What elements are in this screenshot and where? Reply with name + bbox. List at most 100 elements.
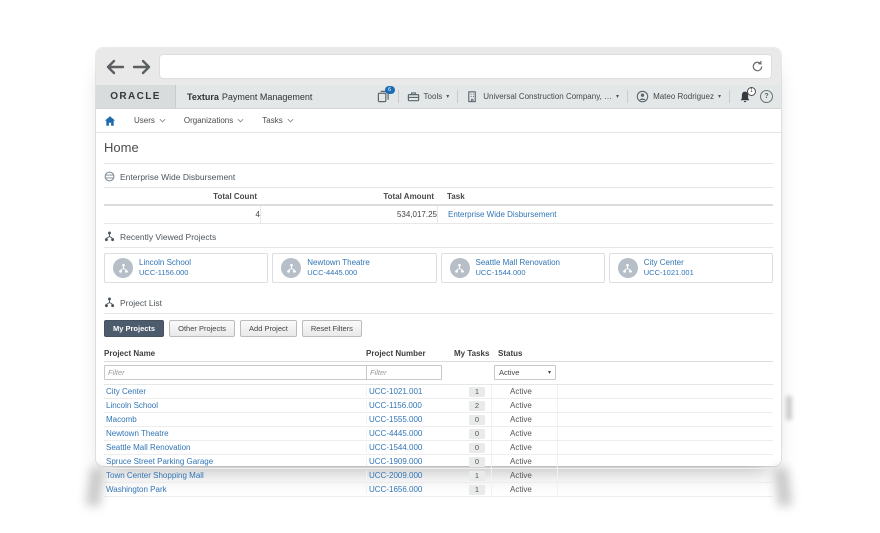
project-name-link[interactable]: Seattle Mall Renovation	[106, 443, 191, 452]
main-nav: Users Organizations Tasks	[96, 109, 781, 133]
status-value: Active	[492, 441, 558, 454]
status-value: Active	[492, 469, 558, 482]
project-card-number[interactable]: UCC-1021.001	[644, 268, 694, 277]
pending-tasks-button[interactable]: 6	[377, 90, 390, 103]
project-list-button[interactable]: My Projects	[104, 320, 164, 337]
sitemap-icon	[454, 263, 465, 274]
product-title-rest: Payment Management	[222, 92, 313, 102]
project-name-link[interactable]: Lincoln School	[106, 401, 158, 410]
project-avatar	[618, 258, 638, 278]
chevron-down-icon	[237, 118, 244, 123]
status-value: Active	[492, 413, 558, 426]
tasks-count-badge: 6	[385, 86, 395, 94]
project-number-link[interactable]: UCC-1909.000	[369, 457, 422, 466]
help-icon[interactable]: ?	[760, 90, 773, 103]
sitemap-icon	[118, 263, 129, 274]
company-label: Universal Construction Company, …	[483, 92, 612, 101]
nav-menu-label: Organizations	[184, 116, 233, 125]
url-input[interactable]	[159, 54, 772, 79]
chevron-down-icon: ▾	[616, 94, 619, 100]
status-value: Active	[492, 427, 558, 440]
globe-icon	[104, 171, 115, 182]
status-value: Active	[492, 399, 558, 412]
tools-label: Tools	[424, 92, 443, 101]
project-card[interactable]: Seattle Mall Renovation UCC-1544.000	[441, 253, 605, 283]
company-menu[interactable]: Universal Construction Company, … ▾	[466, 90, 619, 103]
project-card[interactable]: City Center UCC-1021.001	[609, 253, 773, 283]
project-number-link[interactable]: UCC-1021.001	[369, 387, 422, 396]
nav-menu-item[interactable]: Tasks	[262, 116, 293, 125]
project-list-buttons: My Projects Other Projects Add Project R…	[104, 320, 773, 337]
forward-icon[interactable]	[132, 59, 152, 75]
project-name-link[interactable]: Town Center Shopping Mall	[106, 471, 204, 480]
reload-icon[interactable]	[751, 60, 764, 73]
project-card-number[interactable]: UCC-4445.000	[307, 268, 370, 277]
project-name-link[interactable]: Spruce Street Parking Garage	[106, 457, 213, 466]
home-icon[interactable]	[104, 115, 116, 127]
chevron-down-icon	[287, 118, 294, 123]
project-list-button[interactable]: Other Projects	[169, 320, 235, 337]
project-card[interactable]: Newtown Theatre UCC-4445.000	[272, 253, 436, 283]
column-project-number: Project Number	[366, 349, 442, 358]
nav-menu-item[interactable]: Organizations	[184, 116, 244, 125]
chevron-down-icon: ▾	[548, 370, 551, 376]
my-tasks-count-badge: 1	[469, 485, 485, 495]
project-card-number[interactable]: UCC-1544.000	[476, 268, 561, 277]
chevron-down-icon: ▾	[718, 94, 721, 100]
app-header: ORACLE Textura Payment Management 6	[96, 85, 781, 109]
status-value: Active	[492, 385, 558, 398]
project-name-link[interactable]: Washington Park	[106, 485, 167, 494]
project-table-header: Project Name Project Number My Tasks Sta…	[104, 346, 773, 362]
project-avatar	[113, 258, 133, 278]
project-list-button[interactable]: Add Project	[240, 320, 297, 337]
my-tasks-count-badge: 0	[469, 429, 485, 439]
disbursement-task-link[interactable]: Enterprise Wide Disbursement	[448, 210, 556, 219]
project-number-link[interactable]: UCC-1656.000	[369, 485, 422, 494]
project-name-filter-input[interactable]	[104, 365, 368, 380]
chevron-down-icon	[159, 118, 166, 123]
project-number-link[interactable]: UCC-1555.000	[369, 415, 422, 424]
project-name-link[interactable]: City Center	[106, 387, 146, 396]
project-table-body: City Center UCC-1021.001 1 Active Lincol…	[104, 385, 773, 497]
project-card-name[interactable]: City Center	[644, 258, 694, 268]
project-list-button[interactable]: Reset Filters	[302, 320, 362, 337]
browser-toolbar	[96, 48, 781, 85]
window-shadow	[774, 467, 793, 506]
my-tasks-count-badge: 0	[469, 415, 485, 425]
project-card-name[interactable]: Lincoln School	[139, 258, 191, 268]
header-divider	[729, 90, 730, 103]
project-avatar	[281, 258, 301, 278]
my-tasks-count-badge: 1	[469, 471, 485, 481]
project-card-name[interactable]: Seattle Mall Renovation	[476, 258, 561, 268]
section-disbursement-header: Enterprise Wide Disbursement	[104, 164, 773, 188]
project-name-link[interactable]: Newtown Theatre	[106, 429, 169, 438]
chevron-down-icon: ▾	[446, 94, 449, 100]
back-icon[interactable]	[105, 59, 125, 75]
my-tasks-count-badge: 0	[469, 457, 485, 467]
table-row: Washington Park UCC-1656.000 1 Active	[104, 483, 773, 497]
status-value: Active	[492, 455, 558, 468]
window-shadow	[86, 467, 105, 506]
section-disbursement-title: Enterprise Wide Disbursement	[120, 172, 235, 182]
section-project-list-header: Project List	[104, 290, 773, 314]
project-number-link[interactable]: UCC-4445.000	[369, 429, 422, 438]
window-shadow	[786, 396, 792, 420]
section-recent-header: Recently Viewed Projects	[104, 224, 773, 248]
project-card-name[interactable]: Newtown Theatre	[307, 258, 370, 268]
project-number-link[interactable]: UCC-1544.000	[369, 443, 422, 452]
tools-menu[interactable]: Tools ▾	[407, 90, 450, 103]
project-number-link[interactable]: UCC-1156.000	[369, 401, 422, 410]
status-filter-select[interactable]: Active ▾	[494, 365, 556, 380]
nav-menu-item[interactable]: Users	[134, 116, 166, 125]
project-number-link[interactable]: UCC-2009.000	[369, 471, 422, 480]
notifications-button[interactable]: 1	[738, 90, 752, 104]
section-recent-title: Recently Viewed Projects	[120, 232, 216, 242]
table-row: Town Center Shopping Mall UCC-2009.000 1…	[104, 469, 773, 483]
project-card-number[interactable]: UCC-1156.000	[139, 268, 191, 277]
toolbox-icon	[407, 90, 420, 103]
project-number-filter-input[interactable]	[366, 365, 442, 380]
user-menu[interactable]: Mateo Rodriguez ▾	[636, 90, 721, 103]
column-task: Task	[437, 192, 773, 201]
project-name-link[interactable]: Macomb	[106, 415, 137, 424]
project-card[interactable]: Lincoln School UCC-1156.000	[104, 253, 268, 283]
